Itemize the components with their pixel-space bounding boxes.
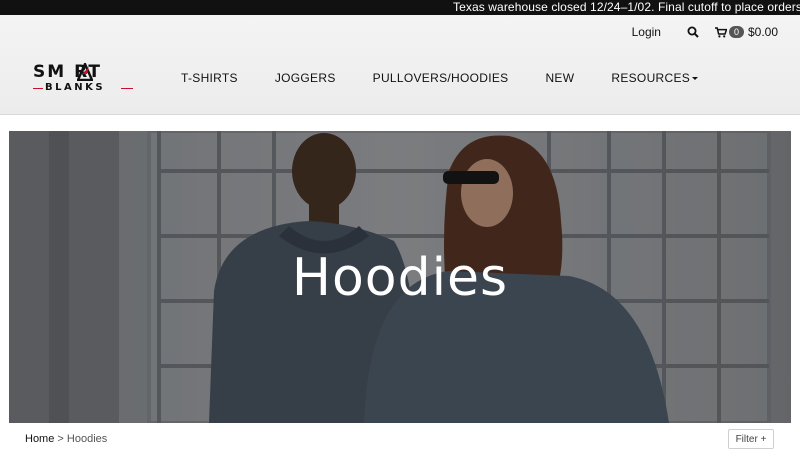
hero-banner: Hoodies xyxy=(9,131,791,423)
cart-icon xyxy=(714,26,728,38)
announcement-bar: Texas warehouse closed 12/24–1/02. Final… xyxy=(0,0,800,15)
caret-down-icon xyxy=(692,77,699,81)
login-link[interactable]: Login xyxy=(632,25,661,39)
announcement-text: Texas warehouse closed 12/24–1/02. Final… xyxy=(453,0,800,14)
cart-count-badge: 0 xyxy=(728,26,744,38)
nav-item-resources-label: RESOURCES xyxy=(611,71,691,85)
logo-rule-right xyxy=(121,88,133,89)
main-nav: T-SHIRTS JOGGERS PULLOVERS/HOODIES NEW R… xyxy=(181,71,699,85)
logo-wordmark-bottom: BLANKS xyxy=(45,82,106,93)
breadcrumb-separator: > xyxy=(54,433,67,445)
logo-a-mark xyxy=(77,63,93,81)
cart-button[interactable]: 0 $0.00 xyxy=(714,25,778,39)
nav-item-tshirts[interactable]: T-SHIRTS xyxy=(181,71,238,85)
nav-item-joggers[interactable]: JOGGERS xyxy=(275,71,336,85)
nav-item-resources[interactable]: RESOURCES xyxy=(611,71,699,85)
search-icon[interactable] xyxy=(687,26,699,38)
breadcrumb: Home > Hoodies xyxy=(25,433,107,445)
cart-total: $0.00 xyxy=(747,25,778,39)
logo-rule-left xyxy=(33,88,43,89)
smart-blanks-logo[interactable]: SM RT BLANKS xyxy=(33,63,133,96)
site-header: Login 0 $0.00 SM RT BLANKS T-SHIRTS JOGG… xyxy=(0,15,800,115)
nav-item-new[interactable]: NEW xyxy=(545,71,574,85)
filter-button[interactable]: Filter + xyxy=(728,429,774,449)
breadcrumb-current: Hoodies xyxy=(66,433,108,445)
hero-title: Hoodies xyxy=(291,248,509,308)
breadcrumb-home-link[interactable]: Home xyxy=(25,433,54,445)
utility-bar: Login 0 $0.00 xyxy=(632,24,778,40)
nav-item-pullovers-hoodies[interactable]: PULLOVERS/HOODIES xyxy=(373,71,509,85)
